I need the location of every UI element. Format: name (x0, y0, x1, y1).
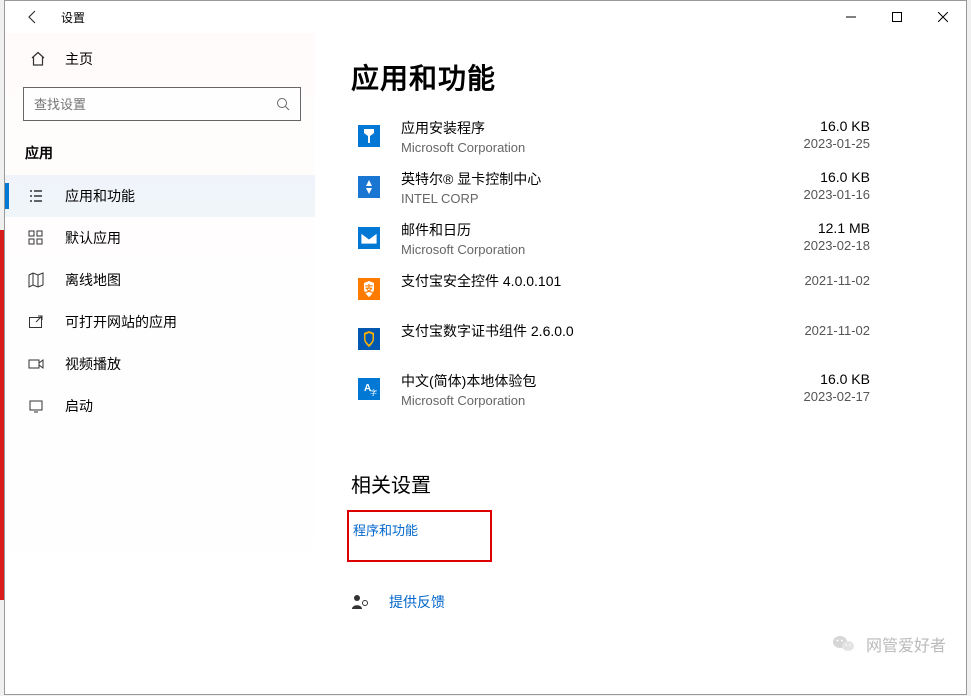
sidebar-item-default-apps[interactable]: 默认应用 (5, 217, 315, 259)
video-icon (27, 355, 45, 373)
app-name: 应用安装程序 (401, 118, 780, 138)
search-input[interactable] (34, 97, 276, 112)
app-name: 邮件和日历 (401, 220, 780, 240)
sidebar-item-label: 应用和功能 (65, 186, 135, 206)
grid-icon (27, 229, 45, 247)
app-icon (351, 220, 387, 256)
app-name: 英特尔® 显卡控制中心 (401, 169, 780, 189)
app-date: 2021-11-02 (780, 273, 870, 288)
related-settings-header: 相关设置 (351, 469, 930, 498)
app-icon: A字 (351, 371, 387, 407)
app-name: 支付宝数字证书组件 2.6.0.0 (401, 321, 780, 341)
app-list: 应用安装程序 Microsoft Corporation 16.0 KB 202… (351, 111, 930, 415)
sidebar-home[interactable]: 主页 (5, 41, 315, 77)
map-icon (27, 271, 45, 289)
app-item[interactable]: 支 支付宝安全控件 4.0.0.101 2021-11-02 (351, 264, 930, 314)
sidebar-item-offline-maps[interactable]: 离线地图 (5, 259, 315, 301)
app-name: 中文(简体)本地体验包 (401, 371, 780, 391)
app-name: 支付宝安全控件 4.0.0.101 (401, 271, 780, 291)
close-button[interactable] (920, 1, 966, 33)
app-icon (351, 169, 387, 205)
maximize-button[interactable] (874, 1, 920, 33)
sidebar: 主页 应用 应用和功能 默认应用 (5, 33, 315, 694)
app-item[interactable]: 邮件和日历 Microsoft Corporation 12.1 MB 2023… (351, 213, 930, 264)
app-item[interactable]: A字 中文(简体)本地体验包 Microsoft Corporation 16.… (351, 364, 930, 415)
home-icon (29, 50, 47, 68)
app-size: 16.0 KB (780, 118, 870, 134)
sidebar-section-header: 应用 (5, 137, 315, 175)
sidebar-item-label: 默认应用 (65, 228, 121, 248)
sidebar-home-label: 主页 (65, 49, 93, 69)
startup-icon (27, 397, 45, 415)
sidebar-item-label: 启动 (65, 396, 93, 416)
app-date: 2023-02-17 (780, 389, 870, 404)
sidebar-item-apps-features[interactable]: 应用和功能 (5, 175, 315, 217)
app-date: 2023-01-25 (780, 136, 870, 151)
page-heading: 应用和功能 (351, 57, 930, 97)
window-title: 设置 (61, 9, 85, 26)
app-date: 2023-02-18 (780, 238, 870, 253)
list-icon (27, 187, 45, 205)
settings-window: 设置 主页 (4, 0, 967, 695)
sidebar-item-apps-for-websites[interactable]: 可打开网站的应用 (5, 301, 315, 343)
app-publisher: Microsoft Corporation (401, 393, 780, 408)
highlight-box: 程序和功能 (347, 510, 492, 562)
feedback-label: 提供反馈 (389, 592, 445, 612)
app-size: 16.0 KB (780, 371, 870, 387)
main-content: 应用和功能 应用安装程序 Microsoft Corporation 16.0 … (315, 33, 966, 694)
app-icon (351, 118, 387, 154)
app-size: 12.1 MB (780, 220, 870, 236)
watermark: 网管爱好者 (832, 632, 946, 656)
app-icon: 支 (351, 271, 387, 307)
sidebar-item-label: 视频播放 (65, 354, 121, 374)
svg-text:字: 字 (370, 388, 377, 397)
programs-features-link[interactable]: 程序和功能 (353, 520, 418, 539)
wechat-icon (832, 632, 856, 656)
app-size: 16.0 KB (780, 169, 870, 185)
app-publisher: Microsoft Corporation (401, 242, 780, 257)
open-external-icon (27, 313, 45, 331)
sidebar-item-startup[interactable]: 启动 (5, 385, 315, 427)
sidebar-item-video-playback[interactable]: 视频播放 (5, 343, 315, 385)
app-item[interactable]: 应用安装程序 Microsoft Corporation 16.0 KB 202… (351, 111, 930, 162)
app-item[interactable]: 英特尔® 显卡控制中心 INTEL CORP 16.0 KB 2023-01-1… (351, 162, 930, 213)
sidebar-item-label: 可打开网站的应用 (65, 312, 177, 332)
app-item[interactable]: 支付宝数字证书组件 2.6.0.0 2021-11-02 (351, 314, 930, 364)
window-controls (828, 1, 966, 33)
search-box[interactable] (23, 87, 301, 121)
app-publisher: INTEL CORP (401, 191, 780, 206)
watermark-text: 网管爱好者 (866, 632, 946, 656)
app-date: 2023-01-16 (780, 187, 870, 202)
search-icon (276, 97, 290, 111)
back-button[interactable] (13, 1, 53, 33)
app-publisher: Microsoft Corporation (401, 140, 780, 155)
minimize-button[interactable] (828, 1, 874, 33)
feedback-link[interactable]: 提供反馈 (351, 592, 930, 612)
app-date: 2021-11-02 (780, 323, 870, 338)
svg-text:支: 支 (363, 283, 374, 294)
feedback-icon (351, 593, 369, 611)
titlebar: 设置 (5, 1, 966, 33)
app-icon (351, 321, 387, 357)
sidebar-item-label: 离线地图 (65, 270, 121, 290)
